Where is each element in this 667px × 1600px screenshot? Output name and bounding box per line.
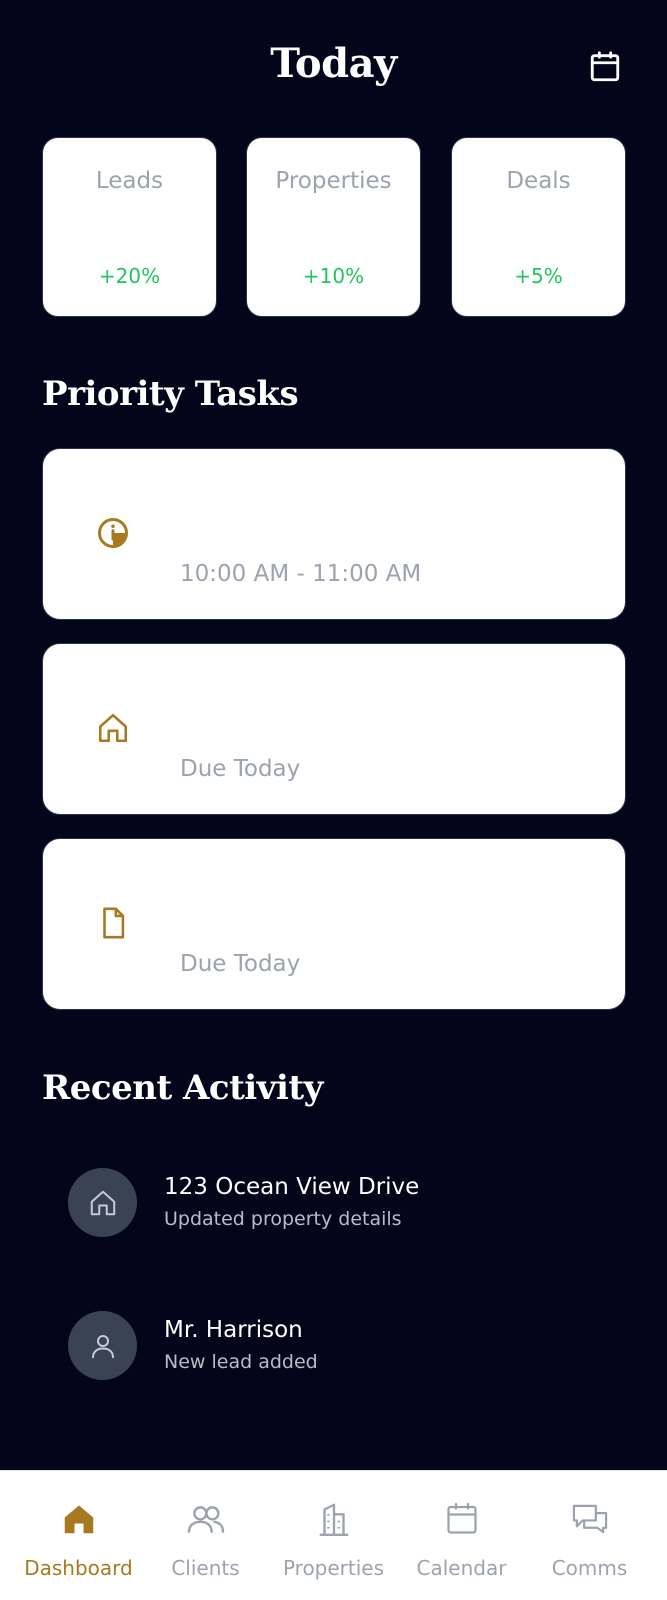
stat-change: +10% [302,264,365,288]
nav-item-clients[interactable]: Clients [139,1471,272,1600]
stat-change: +20% [98,264,161,288]
activity-title: 123 Ocean View Drive [164,1174,420,1200]
home-icon [12,1499,145,1539]
activity-avatar [68,1168,137,1237]
nav-label: Dashboard [24,1556,133,1580]
task-subtitle: 10:00 AM - 11:00 AM [180,561,422,587]
nav-label: Calendar [416,1556,507,1580]
activity-item[interactable]: 123 Ocean View Drive Updated property de… [68,1168,608,1238]
dashboard-screen: Today Leads +20% Properties +10% Deals +… [0,0,667,1600]
info-clock-icon [95,515,131,551]
task-subtitle: Due Today [180,951,301,977]
activity-item[interactable]: Mr. Harrison New lead added [68,1311,608,1381]
stat-card-properties[interactable]: Properties +10% [246,137,421,317]
bottom-nav: Dashboard Clients Properties Calendar Co… [0,1470,667,1600]
activity-avatar [68,1311,137,1380]
activity-description: New lead added [164,1351,318,1373]
task-card[interactable]: Due Today [42,643,626,815]
building-icon [267,1499,400,1539]
stat-label: Properties [275,168,392,194]
nav-item-calendar[interactable]: Calendar [395,1471,528,1600]
activity-title: Mr. Harrison [164,1317,303,1343]
user-icon [91,1334,114,1358]
home-icon [90,1190,115,1215]
page-title: Today [270,40,397,87]
stat-label: Leads [95,168,164,194]
activity-description: Updated property details [164,1208,402,1230]
nav-item-dashboard[interactable]: Dashboard [12,1471,145,1600]
nav-item-properties[interactable]: Properties [267,1471,400,1600]
nav-label: Clients [171,1556,240,1580]
calendar-icon [590,51,620,82]
header: Today [0,0,667,135]
priority-tasks-heading: Priority Tasks [42,374,299,414]
recent-activity-heading: Recent Activity [42,1068,323,1108]
task-subtitle: Due Today [180,756,301,782]
task-card[interactable]: Due Today [42,838,626,1010]
nav-label: Comms [551,1556,628,1580]
stat-card-deals[interactable]: Deals +5% [451,137,626,317]
stat-change: +5% [514,264,563,288]
chat-icon [523,1499,656,1539]
stat-label: Deals [506,168,571,194]
stats-row: Leads +20% Properties +10% Deals +5% [42,137,626,317]
document-icon [95,905,131,941]
users-icon [139,1499,272,1539]
nav-item-comms[interactable]: Comms [523,1471,656,1600]
calendar-button[interactable] [586,48,624,86]
calendar-icon [395,1499,528,1539]
task-card[interactable]: 10:00 AM - 11:00 AM [42,448,626,620]
home-icon [95,710,131,746]
stat-card-leads[interactable]: Leads +20% [42,137,217,317]
nav-label: Properties [282,1556,385,1580]
